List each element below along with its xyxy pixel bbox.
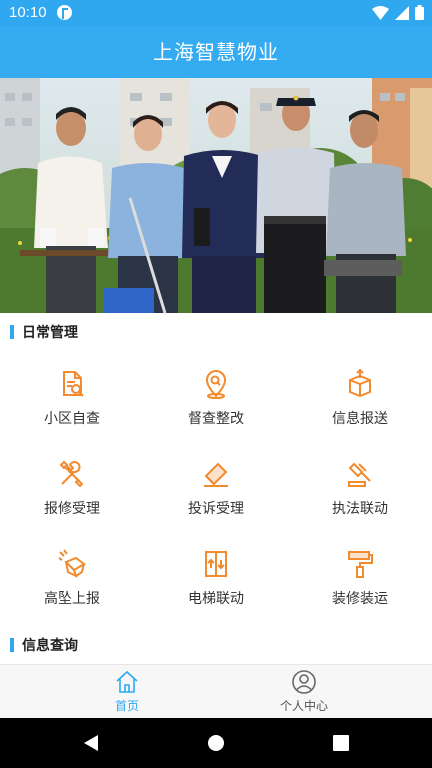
app-header: 上海智慧物业 xyxy=(0,26,432,78)
section-title: 信息查询 xyxy=(22,638,78,654)
grid-item-label: 装修装运 xyxy=(332,591,388,607)
battery-icon xyxy=(415,5,424,20)
status-time: 10:10 xyxy=(9,4,47,21)
elevator-icon xyxy=(205,551,227,577)
grid-item-repair-accept[interactable]: 报修受理 xyxy=(0,440,144,530)
eraser-icon xyxy=(204,462,228,487)
gavel-icon xyxy=(348,462,371,487)
signal-icon xyxy=(395,5,409,20)
grid-item-renovation-transport[interactable]: 装修装运 xyxy=(288,530,432,620)
wifi-icon xyxy=(372,5,389,20)
grid-item-fall-report[interactable]: 高坠上报 xyxy=(0,530,144,620)
grid-item-complaint-accept[interactable]: 投诉受理 xyxy=(144,440,288,530)
status-bar: 10:10 xyxy=(0,0,432,26)
grid-item-label: 督查整改 xyxy=(188,411,244,427)
user-icon xyxy=(292,670,316,694)
grid-item-label: 执法联动 xyxy=(332,501,388,517)
nav-profile-label: 个人中心 xyxy=(279,699,328,713)
system-nav-bar xyxy=(0,718,432,768)
nav-profile[interactable]: 个人中心 xyxy=(244,665,364,719)
grid-item-law-enforcement[interactable]: 执法联动 xyxy=(288,440,432,530)
location-search-icon xyxy=(205,370,227,399)
tools-icon xyxy=(59,460,84,488)
page-title: 上海智慧物业 xyxy=(153,40,279,64)
home-icon xyxy=(116,670,138,693)
box-upload-icon xyxy=(349,368,371,398)
grid-item-label: 电梯联动 xyxy=(188,591,244,607)
grid-item-label: 信息报送 xyxy=(332,411,388,427)
staff-group-photo xyxy=(0,78,432,313)
nav-home[interactable]: 首页 xyxy=(67,665,187,719)
section-info-query: 信息查询 xyxy=(0,630,432,660)
grid-item-elevator-link[interactable]: 电梯联动 xyxy=(144,530,288,620)
grid-item-info-submit[interactable]: 信息报送 xyxy=(288,350,432,440)
recents-icon[interactable] xyxy=(332,733,350,753)
section-marker xyxy=(10,638,14,652)
home-circle-icon[interactable] xyxy=(207,733,225,753)
app-notification-icon xyxy=(57,5,72,20)
back-icon[interactable] xyxy=(82,733,100,753)
grid-item-label: 报修受理 xyxy=(44,501,100,517)
banner-image xyxy=(0,78,432,313)
bottom-nav: 首页 个人中心 xyxy=(0,664,432,718)
document-search-icon xyxy=(63,371,84,397)
nav-home-label: 首页 xyxy=(114,699,139,713)
grid-item-community-self-check[interactable]: 小区自查 xyxy=(0,350,144,440)
grid-item-label: 投诉受理 xyxy=(188,501,244,517)
status-icons xyxy=(372,5,424,20)
section-daily-management: 日常管理 xyxy=(0,317,432,347)
section-title: 日常管理 xyxy=(22,325,78,341)
falling-box-icon xyxy=(58,549,86,578)
grid-item-label: 高坠上报 xyxy=(44,591,100,607)
section-marker xyxy=(10,325,14,339)
daily-management-grid: 小区自查 督查整改 信息报送 报修受理 投诉受理 执法联动 高坠上报 电梯联动 … xyxy=(0,350,432,630)
grid-item-label: 小区自查 xyxy=(44,411,100,427)
paint-roller-icon xyxy=(348,551,373,578)
grid-item-inspection-rectify[interactable]: 督查整改 xyxy=(144,350,288,440)
